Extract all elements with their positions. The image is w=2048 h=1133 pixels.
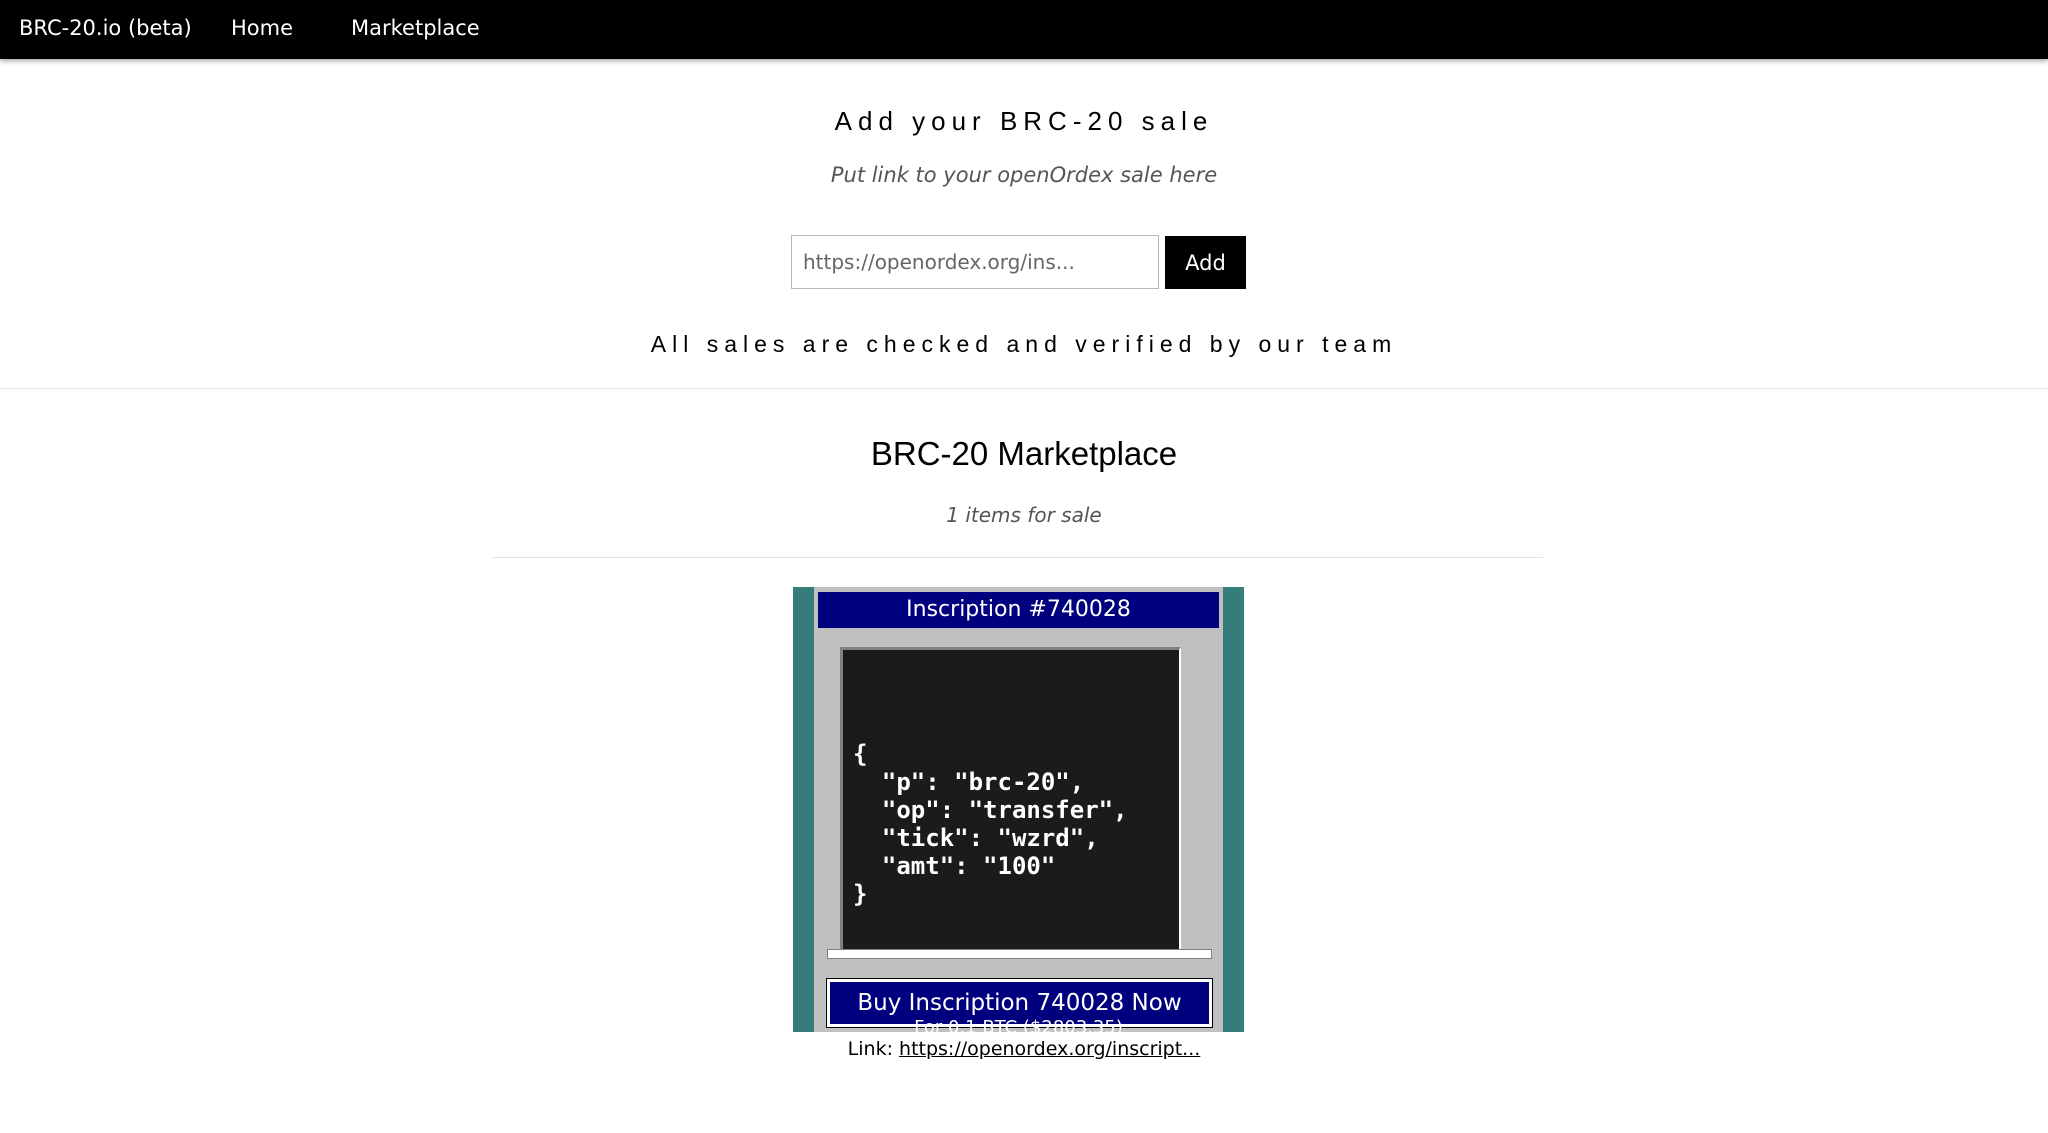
sale-link-input[interactable] bbox=[791, 235, 1159, 289]
listing-link-row: Link: https://openordex.org/inscript... bbox=[0, 1037, 2048, 1061]
link-label: Link: bbox=[847, 1038, 900, 1060]
inscription-window: Inscription #740028 { "p": "brc-20", "op… bbox=[814, 587, 1223, 1032]
code-box-scrollbar bbox=[827, 949, 1212, 959]
inscription-code-box: { "p": "brc-20", "op": "transfer", "tick… bbox=[840, 647, 1181, 954]
verified-note: All sales are checked and verified by ou… bbox=[650, 331, 1398, 357]
nav-home-link[interactable]: Home bbox=[231, 15, 293, 41]
add-sale-title: Add your BRC-20 sale bbox=[834, 106, 1214, 136]
inscription-card[interactable]: Inscription #740028 { "p": "brc-20", "op… bbox=[793, 587, 1244, 1032]
add-sale-subtitle: Put link to your openOrdex sale here bbox=[830, 163, 1218, 187]
price-text: For 0.1 BTC ($2803.35) bbox=[914, 1017, 1123, 1032]
nav-marketplace-link[interactable]: Marketplace bbox=[351, 15, 480, 41]
inscription-title-bar: Inscription #740028 bbox=[818, 592, 1219, 628]
add-sale-button[interactable]: Add bbox=[1165, 236, 1246, 289]
top-navbar: BRC-20.io (beta) Home Marketplace bbox=[0, 0, 2048, 59]
inscription-code: { "p": "brc-20", "op": "transfer", "tick… bbox=[853, 740, 1128, 908]
brand-link[interactable]: BRC-20.io (beta) bbox=[19, 15, 192, 41]
section-divider bbox=[0, 388, 2048, 389]
listing-divider bbox=[493, 557, 1543, 558]
openordex-link[interactable]: https://openordex.org/inscript... bbox=[899, 1038, 1200, 1060]
marketplace-title: BRC-20 Marketplace bbox=[870, 435, 1178, 472]
items-count: 1 items for sale bbox=[946, 503, 1102, 527]
